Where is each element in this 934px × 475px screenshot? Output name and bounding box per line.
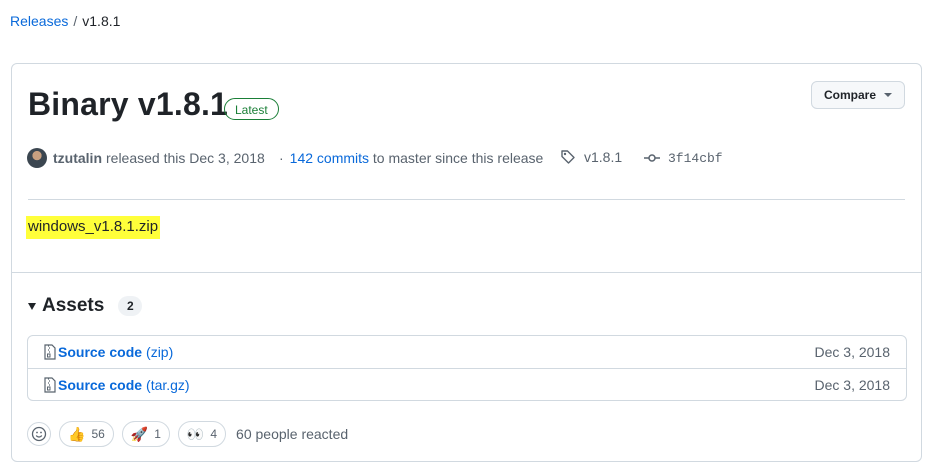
release-meta: tzutalin released this Dec 3, 2018	[27, 148, 265, 168]
release-card: Binary v1.8.1 Latest Compare tzutalin re…	[11, 63, 922, 462]
asset-date: Dec 3, 2018	[814, 376, 891, 393]
add-reaction-button[interactable]	[27, 422, 51, 446]
assets-count-badge: 2	[118, 296, 143, 316]
chevron-down-icon	[884, 93, 892, 97]
commit-sha: 3f14cbf	[668, 150, 723, 166]
commit-icon	[644, 154, 660, 162]
asset-list: Source code (zip) Dec 3, 2018 Source cod…	[27, 335, 907, 401]
divider	[28, 199, 905, 200]
breadcrumb: Releases / v1.8.1	[10, 13, 120, 29]
breadcrumb-releases-link[interactable]: Releases	[10, 13, 68, 29]
reaction-count: 4	[210, 427, 218, 441]
tag-label: v1.8.1	[584, 149, 623, 165]
assets-title: Assets	[42, 295, 105, 316]
triangle-down-icon	[28, 302, 36, 310]
reactions-bar: 👍 56 🚀 1 👀 4 60 people reacted	[27, 421, 348, 447]
reactions-summary: 60 people reacted	[236, 426, 349, 442]
asset-date: Dec 3, 2018	[814, 344, 891, 360]
released-text: released this Dec 3, 2018	[106, 150, 265, 166]
commits-suffix: to master since this release	[372, 150, 544, 166]
release-title[interactable]: Binary v1.8.1	[28, 86, 228, 123]
assets-toggle[interactable]: Assets 2	[28, 295, 143, 317]
asset-name-link[interactable]: Source code	[58, 377, 142, 393]
release-body: windows_v1.8.1.zip	[26, 216, 161, 239]
compare-button[interactable]: Compare	[811, 81, 905, 109]
breadcrumb-current: v1.8.1	[82, 13, 121, 29]
release-body-file: windows_v1.8.1.zip	[26, 216, 161, 239]
asset-row[interactable]: Source code (zip) Dec 3, 2018	[28, 336, 906, 368]
smiley-icon	[31, 426, 47, 442]
rocket-icon: 🚀	[130, 425, 149, 442]
asset-format[interactable]: (tar.gz)	[146, 377, 190, 393]
file-zip-icon	[44, 376, 56, 393]
asset-format[interactable]: (zip)	[146, 344, 173, 360]
author-link[interactable]: tzutalin	[53, 150, 102, 166]
asset-name-link[interactable]: Source code	[58, 344, 142, 360]
thumbs-up-icon: 👍	[68, 425, 86, 442]
compare-label: Compare	[823, 88, 876, 102]
tag-info[interactable]: v1.8.1	[560, 149, 622, 165]
reaction-thumbs-up[interactable]: 👍 56	[59, 421, 114, 447]
section-divider	[12, 272, 921, 273]
commits-link[interactable]: 142 commits	[290, 150, 369, 166]
latest-badge: Latest	[224, 98, 279, 120]
commits-info: · 142 commits to master since this releas…	[279, 150, 543, 166]
avatar[interactable]	[27, 148, 47, 168]
eyes-icon: 👀	[186, 425, 205, 442]
reaction-rocket[interactable]: 🚀 1	[121, 421, 170, 447]
reaction-count: 1	[154, 427, 161, 441]
meta-dot: ·	[279, 150, 284, 166]
file-zip-icon	[44, 344, 56, 360]
reaction-eyes[interactable]: 👀 4	[177, 421, 227, 447]
commit-info[interactable]: 3f14cbf	[644, 150, 723, 166]
reaction-count: 56	[91, 427, 105, 441]
asset-row[interactable]: Source code (tar.gz) Dec 3, 2018	[28, 368, 906, 400]
breadcrumb-separator: /	[73, 13, 78, 29]
tag-icon	[561, 150, 575, 164]
